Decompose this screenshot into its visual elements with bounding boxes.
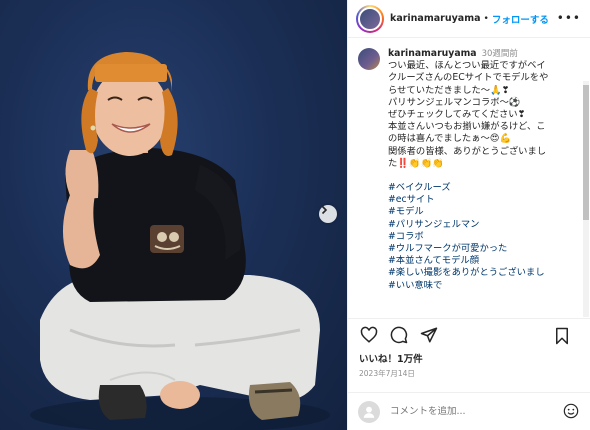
like-button[interactable] <box>358 324 380 346</box>
post-header: karinamaruyama • フォローする ••• <box>348 0 590 38</box>
caption-avatar[interactable] <box>358 48 380 70</box>
woman-sitting-illustration <box>30 52 330 430</box>
comment-icon <box>390 326 408 343</box>
caption-line: つい最近、ほんとつい最近ですがベイ <box>388 60 546 72</box>
caption-area[interactable]: karinamaruyama 30週間前 つい最近、ほんとつい最近ですがベイ クル… <box>348 39 590 317</box>
hashtag-link[interactable]: #本並さんてモデル顔 <box>388 255 548 267</box>
comment-bar <box>348 392 590 430</box>
header-dot: • <box>483 13 489 24</box>
comment-button[interactable] <box>388 324 410 346</box>
share-icon <box>420 327 438 342</box>
hashtag-link[interactable]: #ベイクルーズ <box>388 182 548 194</box>
hashtag-link[interactable]: #楽しい撮影をありがとうございまし <box>388 267 548 279</box>
hashtag-link[interactable]: #コラボ <box>388 231 548 243</box>
bookmark-icon <box>556 327 568 345</box>
caption-line: 関係者の皆様、ありがとうございまし <box>388 145 547 157</box>
smiley-icon <box>563 403 579 419</box>
post-side-panel: karinamaruyama • フォローする ••• karinamaruya… <box>347 0 590 430</box>
likes-count[interactable]: いいね！1万件 <box>359 351 423 365</box>
share-button[interactable] <box>418 324 440 346</box>
more-options-button[interactable]: ••• <box>557 11 581 25</box>
avatar[interactable] <box>356 4 384 33</box>
follow-button[interactable]: フォローする <box>492 12 549 26</box>
hashtag-link[interactable]: #モデル <box>388 206 548 218</box>
action-bar <box>348 318 590 350</box>
hashtag-link[interactable]: #ecサイト <box>388 194 548 206</box>
caption-username[interactable]: karinamaruyama <box>388 48 477 59</box>
chevron-right-icon <box>321 205 328 215</box>
hashtag-link[interactable]: #いい意味で <box>388 280 548 292</box>
caption-time: 30週間前 <box>481 49 518 59</box>
caption-row: karinamaruyama 30週間前 つい最近、ほんとつい最近ですがベイ クル… <box>348 39 590 292</box>
scrollbar-thumb[interactable] <box>583 85 589 220</box>
next-photo-button[interactable] <box>319 205 337 223</box>
post-photo[interactable] <box>0 0 347 430</box>
user-avatar <box>358 400 380 423</box>
hashtag-link[interactable]: #ウルフマークが可愛かった <box>388 243 548 255</box>
caption-line: らせていただきました〜🙏❣ <box>388 84 510 96</box>
caption-line: の時は喜んでましたぁ〜😍💪 <box>388 133 512 145</box>
person-icon <box>363 406 375 418</box>
caption-line: クルーズさんのECサイトでモデルをや <box>388 72 549 84</box>
save-button[interactable] <box>551 325 573 347</box>
emoji-button[interactable] <box>563 403 579 423</box>
caption-line: パリサンジェルマンコラボ〜⚽ <box>388 96 521 108</box>
hashtag-link[interactable]: #パリサンジェルマン <box>388 219 548 231</box>
caption-line: ぜひチェックしてみてください❣ <box>388 109 526 121</box>
caption-body: karinamaruyama 30週間前 つい最近、ほんとつい最近ですがベイ クル… <box>388 48 548 292</box>
caption-line: 本並さんいつもお揃い嫌がるけど、こ <box>388 121 546 133</box>
caption-scrollbar[interactable] <box>583 81 589 317</box>
heart-icon <box>360 326 378 343</box>
post-date[interactable]: 2023年7月14日 <box>359 368 415 379</box>
header-username[interactable]: karinamaruyama <box>390 13 481 24</box>
caption-header: karinamaruyama 30週間前 <box>388 48 548 60</box>
comment-input[interactable] <box>390 406 550 417</box>
instagram-post: karinamaruyama • フォローする ••• karinamaruya… <box>0 0 590 430</box>
caption-line: た‼️👏👏👏 <box>388 157 444 169</box>
